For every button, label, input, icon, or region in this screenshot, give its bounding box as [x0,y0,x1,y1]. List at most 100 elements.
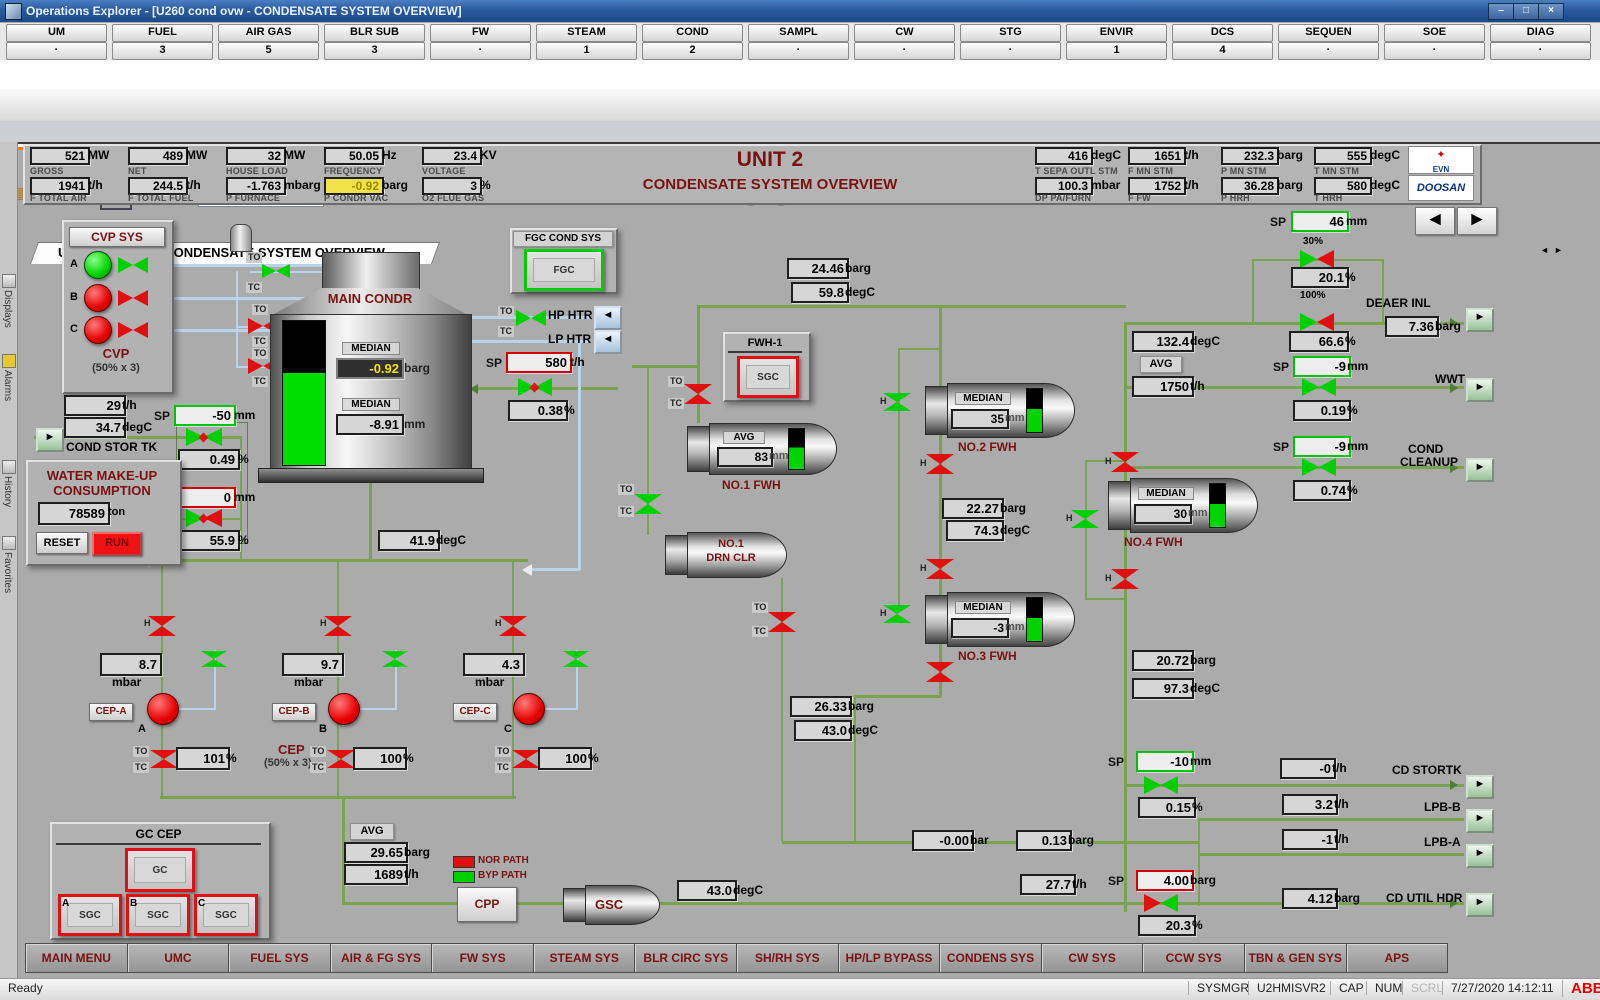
no4-fwh-outlet-valve[interactable] [1111,569,1139,589]
deaer-level-valve-30[interactable] [1300,250,1334,268]
wwt-nav-button[interactable]: ► [1466,378,1494,402]
nav-ccw-sys[interactable]: CCW SYS [1143,943,1245,973]
cvp-valve-c[interactable] [118,322,148,338]
sidebar-item-history[interactable]: History [2,476,13,507]
util-hdr-setpoint[interactable]: 4.00 [1136,870,1194,891]
no4-fwh-inlet-valve[interactable] [1111,452,1139,472]
hp-htr-valve[interactable] [516,310,546,326]
wwt-setpoint[interactable]: -9 [1293,356,1351,377]
no2-fwh-bypass-valve[interactable] [883,393,911,411]
no4-fwh-bypass-valve[interactable] [1071,510,1099,528]
nav-steam-sys[interactable]: STEAM SYS [534,943,636,973]
nav-umc[interactable]: UMC [128,943,230,973]
nav-blr-circ-sys[interactable]: BLR CIRC SYS [635,943,737,973]
cep-c-button[interactable]: CEP-C [453,703,497,721]
cd-util-hdr-nav-button[interactable]: ► [1466,893,1494,917]
makeup-reset-button[interactable]: RESET [36,532,88,554]
menu-stg[interactable]: STG [960,24,1061,42]
menu-fw[interactable]: FW [430,24,531,42]
sidebar-item-favorites[interactable]: Favorites [2,552,13,593]
sidebar-item-displays[interactable]: Displays [2,290,13,328]
menu-cw-count[interactable]: · [854,42,955,60]
cep-b-min-flow-valve[interactable] [327,750,355,768]
alarms-panel-icon[interactable] [2,354,16,368]
cleanup-setpoint[interactable]: -9 [1293,436,1351,457]
menu-dcs-count[interactable]: 4 [1172,42,1273,60]
no3-fwh-outlet-valve[interactable] [926,662,954,682]
cond-flow-control-valve[interactable] [518,378,552,397]
cvp-valve-a[interactable] [118,257,148,273]
cvp-valve-b[interactable] [118,290,148,306]
menu-cw[interactable]: CW [854,24,955,42]
close-button[interactable]: × [1538,3,1564,20]
nav-cw-sys[interactable]: CW SYS [1042,943,1144,973]
cleanup-valve[interactable] [1302,458,1336,476]
cep-c-min-flow-valve[interactable] [512,750,540,768]
deaer-inl-nav-button[interactable]: ► [1466,308,1494,332]
cond-flow-setpoint[interactable]: 580 [506,352,572,373]
cvp-pump-c[interactable] [84,316,112,344]
menu-sampl-count[interactable]: · [748,42,849,60]
hp-htr-nav-button[interactable]: ◄ [594,306,622,330]
prev-display-button[interactable]: ◄ [1415,207,1455,235]
stor-tk-level-valve[interactable] [186,428,222,447]
nav-condens-sys[interactable]: CONDENS SYS [940,943,1042,973]
nav-hp-lp-bypass[interactable]: HP/LP BYPASS [839,943,941,973]
makeup-level-setpoint[interactable]: 0 [174,487,236,508]
menu-cond[interactable]: COND [642,24,743,42]
cep-pump-a[interactable] [147,693,179,725]
tab-scroll-right-icon[interactable]: ► [1554,245,1563,255]
fwh1-sgc-button[interactable]: SGC [737,356,799,398]
deaer-level-setpoint[interactable]: 46 [1291,211,1349,232]
menu-sequen[interactable]: SEQUEN [1278,24,1379,42]
menu-um-count[interactable]: · [6,42,107,60]
no3-fwh-bypass-valve[interactable] [883,605,911,623]
next-display-button[interactable]: ► [1457,207,1497,235]
menu-stg-count[interactable]: · [960,42,1061,60]
cep-pump-c[interactable] [513,693,545,725]
cond-stor-tk-nav-button[interactable]: ► [36,428,64,452]
cvp-pump-b[interactable] [84,284,112,312]
cep-a-disch-valve[interactable] [148,616,176,636]
stortk-return-valve[interactable] [1144,776,1178,794]
lp-htr-nav-button[interactable]: ◄ [594,330,622,354]
no3-fwh-inlet-valve[interactable] [926,559,954,579]
sidebar-item-alarms[interactable]: Alarms [2,370,13,401]
lpb-b-nav-button[interactable]: ► [1466,809,1494,833]
cep-b-bypass-valve[interactable] [382,651,408,667]
fgc-button[interactable]: FGC [524,249,604,291]
lpb-a-nav-button[interactable]: ► [1466,844,1494,868]
cep-b-button[interactable]: CEP-B [272,703,316,721]
drn-clr-bypass-valve[interactable] [634,494,662,514]
menu-soe-count[interactable]: · [1384,42,1485,60]
no2-fwh-outlet-valve[interactable] [926,454,954,474]
makeup-run-button[interactable]: RUN [92,532,142,556]
menu-cond-count[interactable]: 2 [642,42,743,60]
favorites-panel-icon[interactable] [2,536,16,550]
menu-fuel[interactable]: FUEL [112,24,213,42]
menu-um[interactable]: UM [6,24,107,42]
restore-button[interactable]: □ [1513,3,1539,20]
menu-envir[interactable]: ENVIR [1066,24,1167,42]
nav-fuel-sys[interactable]: FUEL SYS [229,943,331,973]
cpp-button[interactable]: CPP [457,887,517,922]
nav-air-fg-sys[interactable]: AIR & FG SYS [331,943,433,973]
minimize-button[interactable]: – [1488,3,1514,20]
cep-b-disch-valve[interactable] [324,616,352,636]
menu-diag[interactable]: DIAG [1490,24,1591,42]
menu-steam[interactable]: STEAM [536,24,637,42]
cd-stortk-nav-button[interactable]: ► [1466,775,1494,799]
deaer-level-valve-100[interactable] [1300,313,1334,331]
menu-blr-sub[interactable]: BLR SUB [324,24,425,42]
cep-pump-b[interactable] [328,693,360,725]
cep-a-min-flow-valve[interactable] [150,750,178,768]
util-hdr-press-valve[interactable] [1144,894,1178,912]
menu-sequen-count[interactable]: · [1278,42,1379,60]
wwt-valve[interactable] [1302,378,1336,396]
nav-main-menu[interactable]: MAIN MENU [25,943,128,973]
nav-fw-sys[interactable]: FW SYS [432,943,534,973]
cond-cleanup-nav-button[interactable]: ► [1466,458,1494,482]
menu-air-gas-count[interactable]: 5 [218,42,319,60]
makeup-level-valve[interactable] [186,509,222,528]
fwh1-inlet-valve[interactable] [684,384,712,404]
